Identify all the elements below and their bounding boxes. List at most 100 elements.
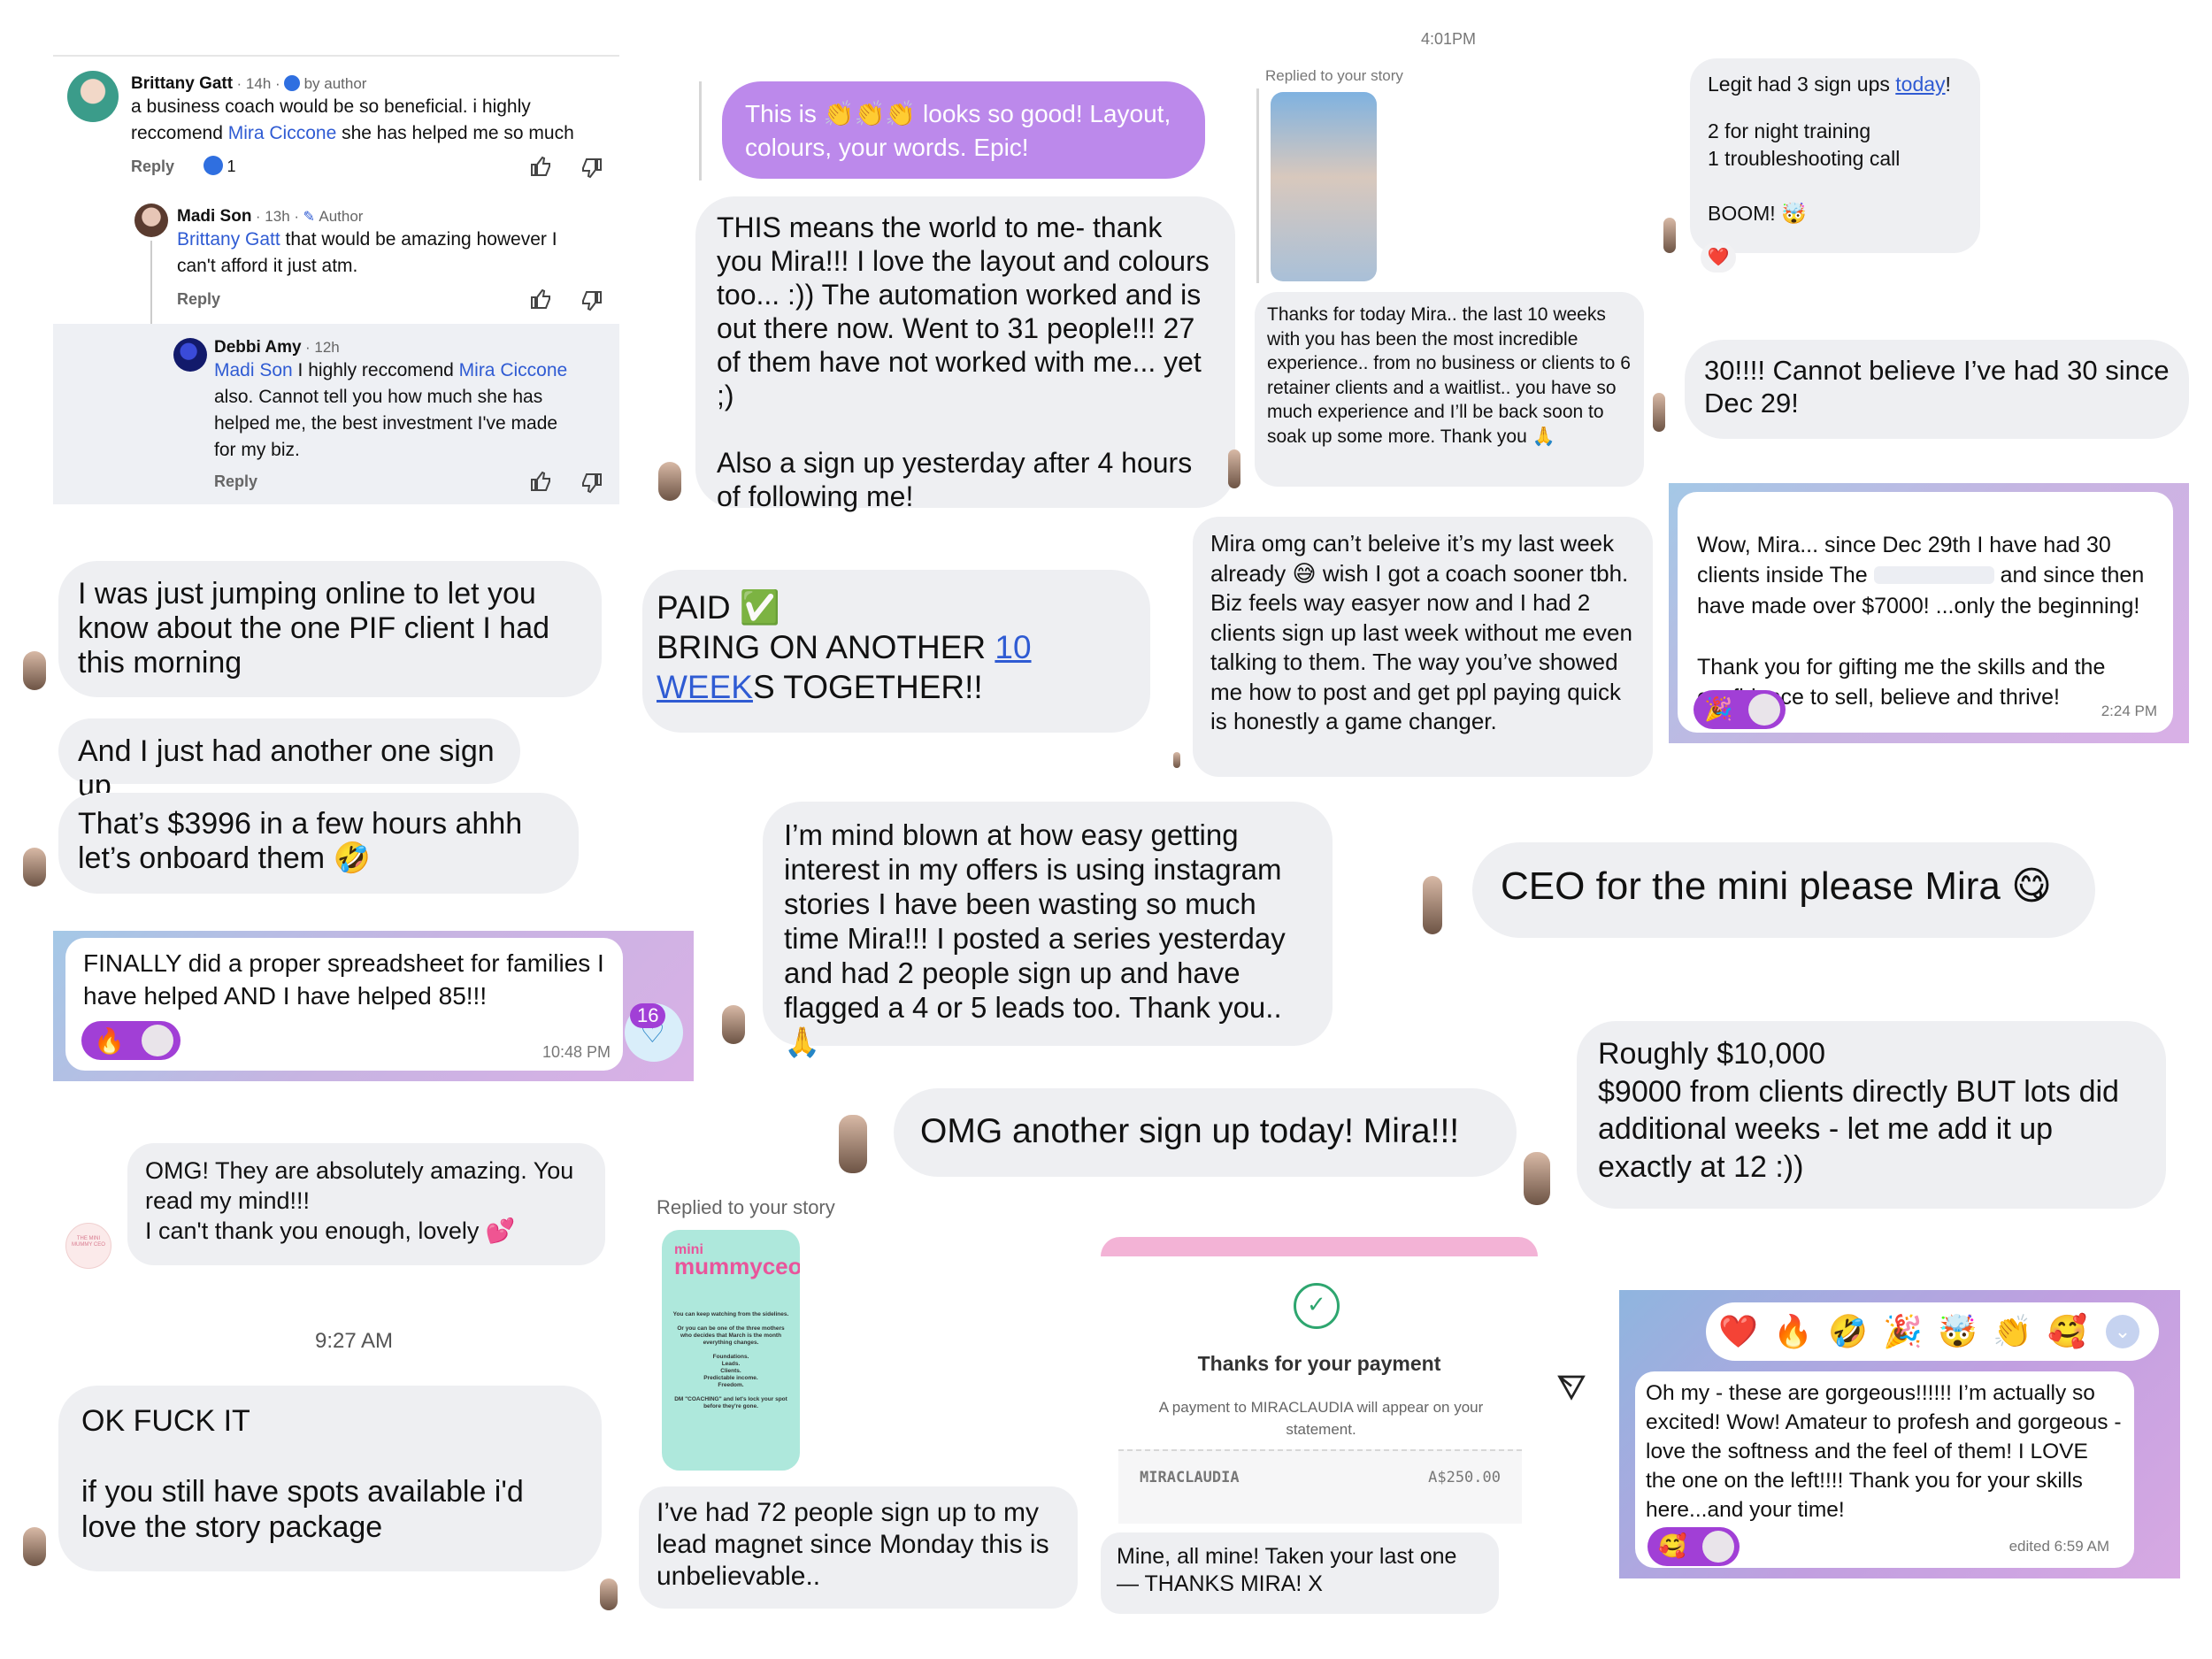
comment-text: a business coach would be so beneficial.… <box>131 96 574 143</box>
reply-button[interactable]: Reply <box>214 472 257 491</box>
reaction-pill[interactable]: 🎉 <box>1694 690 1786 729</box>
reply-button[interactable]: Reply <box>177 290 220 309</box>
avatar <box>1173 752 1180 768</box>
message-bubble: I’ve had 72 people sign up to my lead ma… <box>639 1486 1078 1609</box>
reply-line <box>699 81 702 180</box>
comment-time: · 14h · <box>236 75 280 92</box>
count-badge: 16 <box>630 1003 666 1028</box>
thumbs-down-icon[interactable] <box>580 472 603 494</box>
reaction-clap[interactable]: 👏 <box>1993 1313 2032 1350</box>
thumbs-down-icon[interactable] <box>580 290 603 311</box>
mention-link[interactable]: Madi Son <box>214 360 293 380</box>
comment-time: · 13h · <box>255 208 300 225</box>
commenter-name[interactable]: Debbi Amy <box>214 338 302 357</box>
avatar <box>1524 1152 1550 1205</box>
thumbs-down-icon[interactable] <box>580 157 603 179</box>
chevron-down-icon[interactable]: ⌄ <box>2106 1315 2139 1348</box>
message-bubble: OK FUCK IT if you still have spots avail… <box>58 1386 602 1571</box>
avatar <box>1228 449 1240 488</box>
avatar <box>1748 694 1780 726</box>
message-text: BRING ON ANOTHER 10 WEEKS TOGETHER!! <box>657 629 1032 705</box>
message-bubble: Wow, Mira... since Dec 29th I have had 3… <box>1678 492 2173 733</box>
reaction-picker[interactable]: ❤️ 🔥 🤣 🎉 🤯 👏 🥰 ⌄ <box>1706 1302 2159 1361</box>
message-bubble: Roughly $10,000 $9000 from clients direc… <box>1577 1021 2166 1209</box>
replied-label: Replied to your story <box>657 1196 835 1218</box>
message-bubble: I was just jumping online to let you kno… <box>58 561 602 697</box>
thumbs-up-icon[interactable] <box>529 471 552 492</box>
blurred-text <box>1873 566 1994 584</box>
like-icon <box>204 156 223 175</box>
avatar: THE MINI MUMMY CEO <box>65 1223 111 1269</box>
message-bubble: 30!!!! Cannot believe I’ve had 30 since … <box>1685 340 2189 439</box>
mention-link[interactable]: Mira Ciccone <box>459 360 568 380</box>
message-bubble: THIS means the world to me- thank you Mi… <box>695 196 1235 512</box>
comment-text: Brittany Gatt that would be amazing howe… <box>177 229 557 276</box>
message-bubble: OMG another sign up today! Mira!!! <box>894 1088 1517 1177</box>
avatar <box>1702 1531 1734 1563</box>
story-thumbnail[interactable]: mini mummyceo You can keep watching from… <box>662 1230 800 1471</box>
story-text: You can keep watching from the sidelines… <box>672 1311 789 1409</box>
reaction-fire[interactable]: 🔥 <box>1773 1313 1813 1350</box>
avatar <box>839 1115 867 1173</box>
payment-subtitle: A payment to MIRACLAUDIA will appear on … <box>1158 1399 1484 1438</box>
thumbs-up-icon[interactable] <box>529 288 552 310</box>
reaction-pill[interactable]: 🥰 <box>1647 1527 1740 1566</box>
reaction-love[interactable]: 🥰 <box>2047 1313 2087 1350</box>
message-bubble: That’s $3996 in a few hours ahhh let’s o… <box>58 793 579 894</box>
message-time: edited 6:59 AM <box>2008 1538 2109 1555</box>
avatar <box>23 651 46 690</box>
avatar <box>1423 876 1442 934</box>
avatar[interactable] <box>67 71 119 122</box>
thumbs-up-icon[interactable] <box>529 156 552 177</box>
message-text: Oh my - these are gorgeous!!!!!! I’m act… <box>1646 1381 2122 1522</box>
reaction-mindblown[interactable]: 🤯 <box>1938 1313 1978 1350</box>
message-bubble: Legit had 3 sign ups today! 2 for night … <box>1690 58 1980 253</box>
avatar <box>142 1025 173 1056</box>
message-bubble: PAID ✅ BRING ON ANOTHER 10 WEEKS TOGETHE… <box>642 570 1150 733</box>
send-icon[interactable] <box>1555 1371 1587 1403</box>
message-bubble: Thanks for today Mira.. the last 10 week… <box>1255 292 1644 487</box>
reaction-badge[interactable]: ❤️ <box>1701 242 1736 273</box>
message-text: FINALLY did a proper spreadsheet for fam… <box>83 949 604 1010</box>
message-text: PAID ✅ <box>657 589 780 626</box>
message-text: Legit had 3 sign ups today! <box>1708 73 1951 96</box>
author-check-icon <box>284 75 301 91</box>
commenter-name[interactable]: Madi Son <box>177 207 251 226</box>
payment-title: Thanks for your payment <box>1197 1352 1441 1375</box>
reaction-emoji: 🔥 <box>94 1027 125 1055</box>
mention-link[interactable]: Brittany Gatt <box>177 229 280 250</box>
message-bubble: FINALLY did a proper spreadsheet for fam… <box>65 938 623 1071</box>
merchant-name: MIRACLAUDIA <box>1140 1469 1240 1486</box>
payment-card-header <box>1101 1237 1538 1256</box>
mention-link[interactable]: Mira Ciccone <box>228 123 337 143</box>
avatar <box>23 1527 46 1566</box>
reply-line <box>1256 88 1259 283</box>
reply-button[interactable]: Reply <box>131 157 174 176</box>
avatar[interactable] <box>134 204 168 237</box>
payment-amount: A$250.00 <box>1428 1469 1501 1486</box>
commenter-name[interactable]: Brittany Gatt <box>131 74 233 93</box>
story-thumbnail[interactable] <box>1271 92 1377 281</box>
story-logo: mummyceo <box>674 1253 800 1279</box>
avatar <box>722 1005 745 1044</box>
pencil-icon: ✎ <box>303 210 315 225</box>
avatar <box>23 848 46 887</box>
reaction-pill[interactable]: 🔥 <box>81 1021 180 1060</box>
author-tag: by author <box>303 75 367 92</box>
message-bubble: And I just had another one sign up <box>58 718 520 803</box>
receipt-line: MIRACLAUDIA A$250.00 <box>1118 1449 1522 1524</box>
text-link[interactable]: today <box>1895 73 1945 96</box>
reaction-heart[interactable]: ❤️ <box>1718 1313 1758 1350</box>
avatar <box>600 1578 618 1610</box>
reaction-rofl[interactable]: 🤣 <box>1828 1313 1868 1350</box>
reaction-emoji: 🎉 <box>1704 695 1733 722</box>
message-time: 2:24 PM <box>2101 703 2157 719</box>
author-tag: Author <box>319 208 364 225</box>
avatar[interactable] <box>173 338 207 372</box>
time-divider: 9:27 AM <box>314 1329 394 1353</box>
reaction-party[interactable]: 🎉 <box>1883 1313 1923 1350</box>
message-bubble: OMG! They are absolutely amazing. You re… <box>127 1143 605 1265</box>
reaction-emoji: 🥰 <box>1658 1532 1687 1559</box>
message-bubble: Oh my - these are gorgeous!!!!!! I’m act… <box>1635 1371 2134 1568</box>
avatar <box>1653 393 1665 432</box>
